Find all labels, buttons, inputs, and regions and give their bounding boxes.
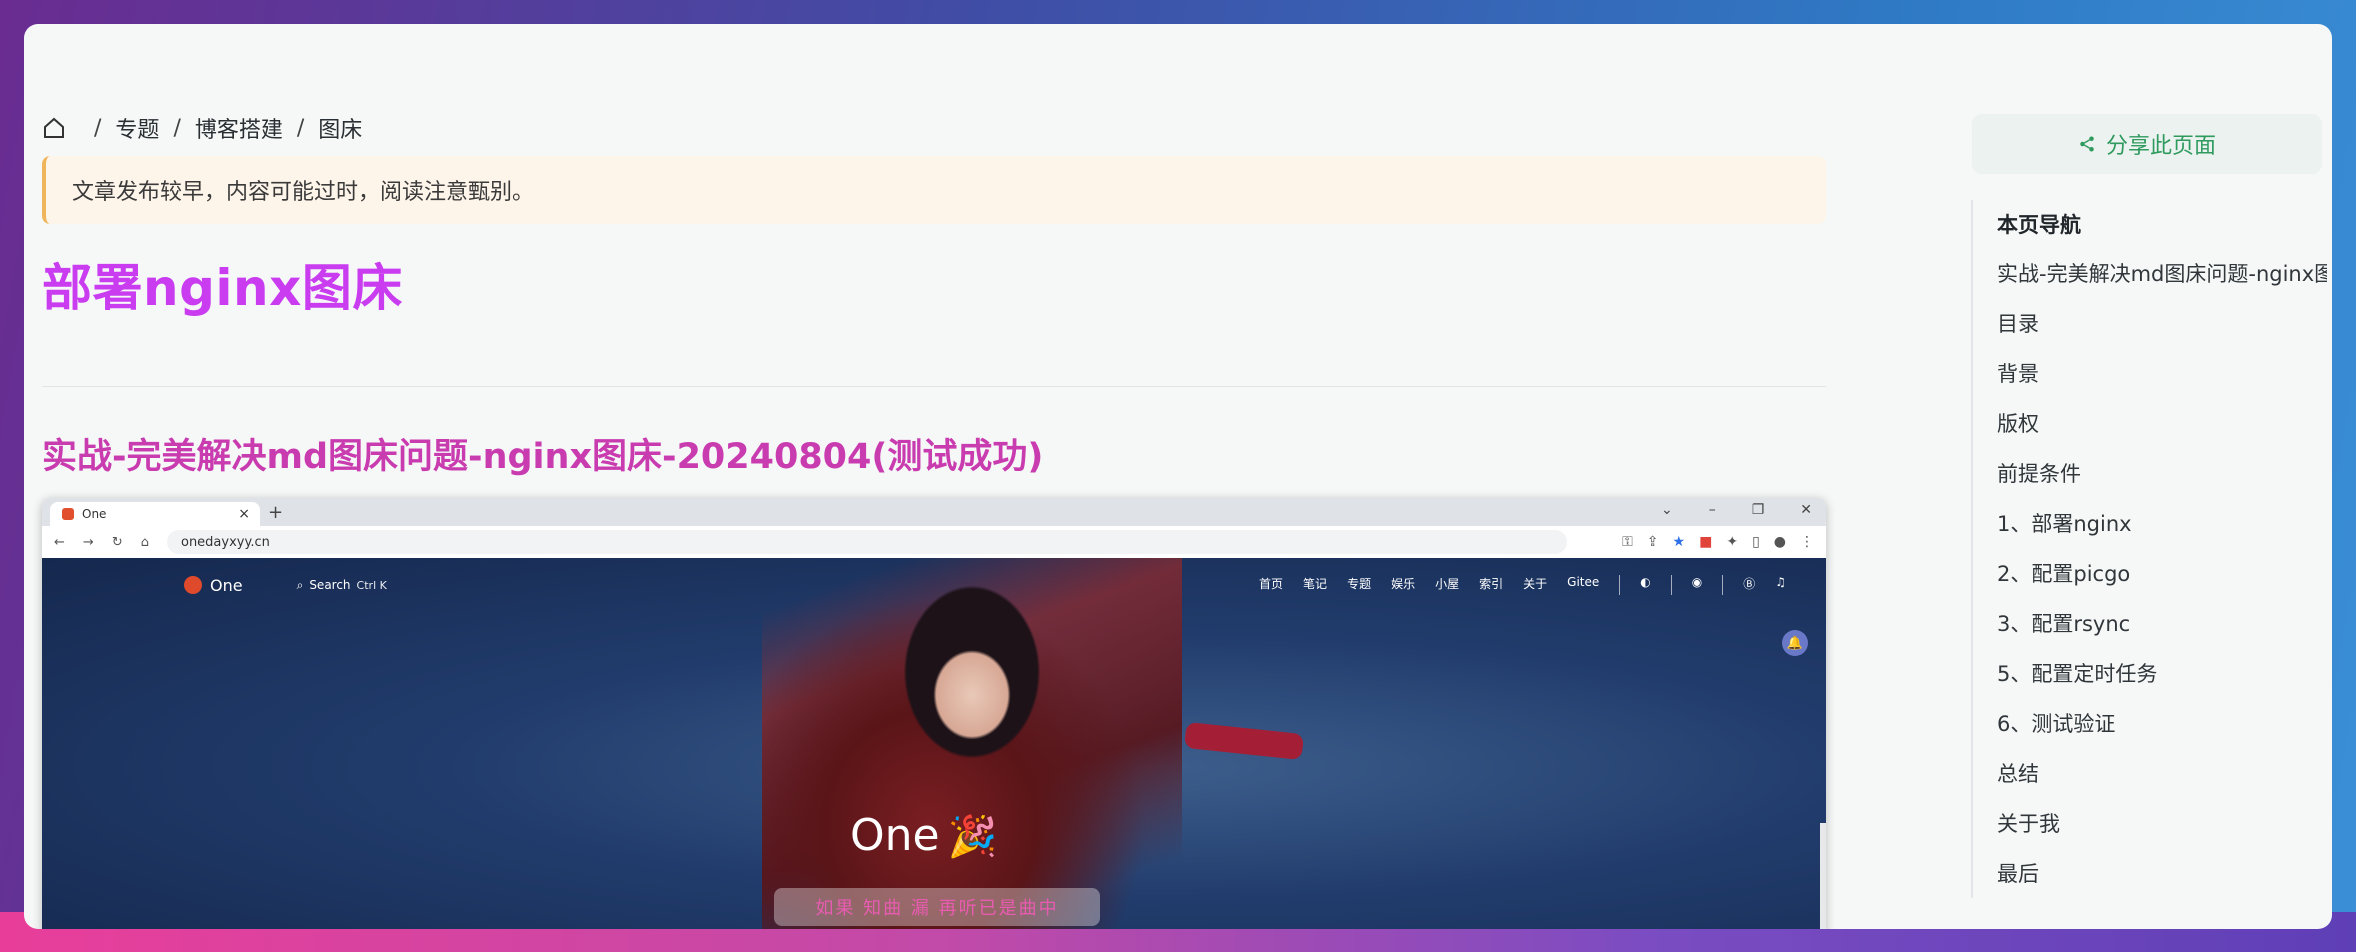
- back-icon: ←: [54, 534, 65, 550]
- restore-icon: ❐: [1751, 502, 1765, 518]
- reload-icon: ↻: [111, 534, 123, 550]
- site-menu-item: 小屋: [1435, 577, 1460, 591]
- search-icon: ⌕: [296, 577, 304, 592]
- breadcrumb-separator: /: [296, 115, 305, 141]
- star-icon: ★: [1672, 534, 1686, 550]
- toc-item[interactable]: 1、部署nginx: [1997, 498, 2327, 548]
- close-icon: ✕: [1800, 502, 1812, 518]
- browser-address-bar: ← → ↻ ⌂ onedayxyy.cn ⚿ ⇪ ★ ■ ✦ ▯ ● ⋮: [42, 526, 1826, 558]
- browser-tab-title: One: [82, 507, 107, 521]
- toc-item[interactable]: 背景: [1997, 348, 2327, 398]
- breadcrumb-separator: /: [94, 115, 102, 141]
- more-icon: ⋮: [1800, 534, 1814, 550]
- toc-item[interactable]: 目录: [1997, 298, 2327, 348]
- breadcrumb-item-topics[interactable]: 专题: [115, 112, 159, 144]
- browser-tabbar: One × + ⌄ – ❐ ✕: [42, 498, 1826, 526]
- puzzle-icon: ✦: [1726, 534, 1739, 550]
- extension-icon: ■: [1699, 534, 1713, 550]
- site-navbar: One ⌕ Search Ctrl K 首页 笔记 专题 娱乐 小屋 索引 关于…: [184, 570, 1786, 600]
- table-of-contents: 本页导航 实战-完美解决md图床问题-nginx图床-20240804(测试成功…: [1971, 200, 2331, 898]
- toc-title: 本页导航: [1997, 213, 2081, 237]
- article-screenshot-image: One × + ⌄ – ❐ ✕ ← → ↻ ⌂ onedayxyy.cn ⚿ ⇪…: [42, 498, 1826, 929]
- share-label: 分享此页面: [2105, 134, 2216, 159]
- site-logo-text: One: [210, 575, 243, 595]
- menu-separator: [1722, 575, 1724, 595]
- plus-icon: +: [268, 502, 284, 523]
- music-icon: ♫: [1775, 575, 1786, 589]
- breadcrumb: / 专题 / 博客搭建 / 图床: [42, 108, 362, 148]
- browser-tab: One ×: [50, 502, 260, 526]
- menu-separator: [1619, 575, 1621, 595]
- notice-text: 文章发布较早，内容可能过时，阅读注意甄别。: [72, 180, 535, 205]
- site-menu-item: 关于: [1523, 577, 1548, 591]
- toc-item[interactable]: 3、配置rsync: [1997, 598, 2327, 648]
- scrollbar: [1820, 823, 1826, 929]
- share-page-button[interactable]: 分享此页面: [1972, 114, 2322, 174]
- search-shortcut: Ctrl K: [356, 578, 387, 592]
- share-icon: [2080, 136, 2094, 152]
- menu-separator: [1670, 575, 1672, 595]
- site-menu-item: Gitee: [1567, 575, 1600, 589]
- site-menu-item: 娱乐: [1391, 577, 1416, 591]
- chevron-down-icon: ⌄: [1660, 502, 1673, 518]
- outdated-notice: 文章发布较早，内容可能过时，阅读注意甄别。: [42, 156, 1826, 224]
- home-icon[interactable]: [42, 116, 66, 140]
- site-menu-item: 索引: [1479, 577, 1504, 591]
- url-field: onedayxyy.cn: [166, 530, 1567, 554]
- toc-item[interactable]: 实战-完美解决md图床问题-nginx图床-20240804(测试成功): [1997, 248, 2327, 298]
- profile-icon: ●: [1773, 534, 1786, 550]
- toc-item[interactable]: 最后: [1997, 848, 2327, 898]
- hero-figure-detail: [1183, 721, 1305, 761]
- favicon-icon: [62, 508, 74, 520]
- party-popper-icon: 🎉: [947, 814, 998, 860]
- toc-item[interactable]: 关于我: [1997, 798, 2327, 848]
- toc-item[interactable]: 6、测试验证: [1997, 698, 2327, 748]
- breadcrumb-item-blog-setup[interactable]: 博客搭建: [195, 112, 283, 144]
- breadcrumb-item-image-host: 图床: [318, 118, 363, 143]
- minimize-icon: –: [1708, 502, 1716, 518]
- browser-extension-icons: ⚿ ⇪ ★ ■ ✦ ▯ ● ⋮: [1622, 534, 1814, 550]
- page-frame: / 专题 / 博客搭建 / 图床 文章发布较早，内容可能过时，阅读注意甄别。 部…: [24, 24, 2332, 929]
- hero-title-text: One: [850, 810, 940, 861]
- toc-item[interactable]: 总结: [1997, 748, 2327, 798]
- website-viewport: One ⌕ Search Ctrl K 首页 笔记 专题 娱乐 小屋 索引 关于…: [42, 558, 1826, 929]
- bell-icon: 🔔: [1782, 630, 1808, 656]
- toc-item[interactable]: 前提条件: [1997, 448, 2327, 498]
- github-icon: ◉: [1691, 575, 1703, 589]
- window-controls: ⌄ – ❐ ✕: [1661, 502, 1812, 518]
- hero-figure-image: [762, 558, 1182, 929]
- home-icon: ⌂: [140, 534, 149, 550]
- theme-toggle-icon: ◐: [1640, 575, 1651, 589]
- site-menu-item: 笔记: [1303, 577, 1328, 591]
- search-label: Search: [309, 578, 351, 592]
- page-title: 部署nginx图床: [42, 259, 403, 317]
- breadcrumb-separator: /: [173, 115, 181, 141]
- site-search: ⌕ Search Ctrl K: [297, 578, 387, 593]
- toc-item[interactable]: 2、配置picgo: [1997, 548, 2327, 598]
- hero-subtitle: 如果 知曲 漏 再听已是曲中: [774, 888, 1100, 926]
- site-menu-item: 首页: [1259, 577, 1284, 591]
- site-menu: 首页 笔记 专题 娱乐 小屋 索引 关于 Gitee ◐ ◉ Ⓑ ♫: [1259, 575, 1786, 595]
- divider: [42, 386, 1826, 387]
- forward-icon: →: [82, 534, 94, 550]
- close-icon: ×: [238, 506, 250, 522]
- toc-item[interactable]: 版权: [1997, 398, 2327, 448]
- site-logo-icon: [184, 576, 202, 594]
- section-title: 实战-完美解决md图床问题-nginx图床-20240804(测试成功): [42, 437, 1044, 477]
- hero-title: One 🎉: [850, 810, 997, 861]
- toc-item[interactable]: 5、配置定时任务: [1997, 648, 2327, 698]
- url-text: onedayxyy.cn: [180, 534, 270, 550]
- sidebar-icon: ▯: [1752, 534, 1760, 550]
- site-menu-item: 专题: [1347, 577, 1372, 591]
- key-icon: ⚿: [1622, 534, 1633, 550]
- bilibili-icon: Ⓑ: [1743, 577, 1756, 591]
- share-icon: ⇪: [1646, 534, 1659, 550]
